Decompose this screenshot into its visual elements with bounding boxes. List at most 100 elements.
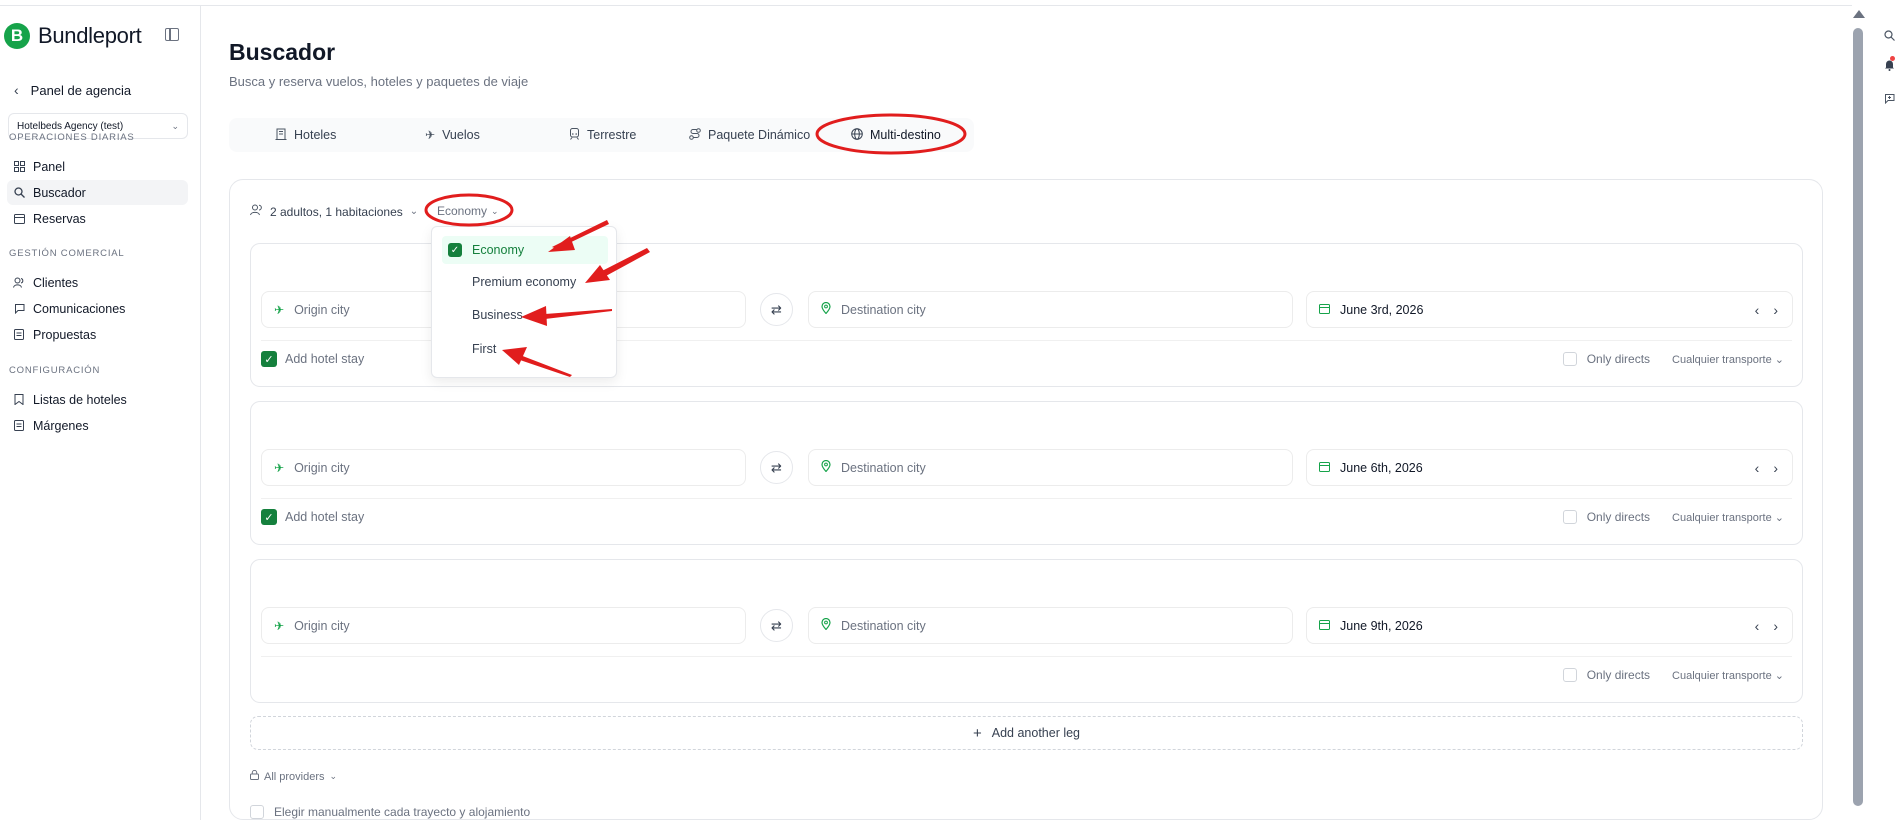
brand-logo: B bbox=[4, 23, 30, 49]
chevron-left-icon[interactable]: ‹ bbox=[1755, 460, 1760, 476]
sidebar-item-propuestas[interactable]: Propuestas bbox=[7, 322, 188, 347]
leg-2: ✈ Origin city ⇄ Destination city June 6t… bbox=[250, 401, 1803, 545]
only-directs-label: Only directs bbox=[1586, 510, 1651, 524]
leg-options: Only directs Cualquier transporte ⌄ bbox=[1562, 510, 1784, 524]
checkbox-box bbox=[250, 805, 264, 819]
providers-selector[interactable]: All providers ⌄ bbox=[250, 769, 337, 783]
sidebar-item-panel[interactable]: Panel bbox=[7, 154, 188, 179]
hotel-label: Add hotel stay bbox=[285, 352, 365, 366]
origin-placeholder: Origin city bbox=[294, 302, 350, 317]
search-icon[interactable] bbox=[1882, 28, 1896, 42]
chevron-right-icon[interactable]: › bbox=[1773, 460, 1778, 476]
passengers-label: 2 adultos, 1 habitaciones bbox=[270, 204, 403, 219]
building-icon bbox=[275, 128, 287, 143]
tab-label: Paquete Dinámico bbox=[708, 128, 811, 142]
cabin-option-business[interactable]: Business bbox=[442, 301, 608, 329]
cabin-option-first[interactable]: First bbox=[442, 335, 608, 363]
check-icon: ✓ bbox=[448, 243, 462, 257]
manual-selection-checkbox[interactable]: Elegir manualmente cada trayecto y aloja… bbox=[250, 805, 530, 819]
chevron-left-icon[interactable]: ‹ bbox=[1755, 618, 1760, 634]
tab-paquete-dinamico[interactable]: Paquete Dinámico bbox=[689, 118, 810, 152]
checkbox-box bbox=[448, 308, 462, 322]
bell-icon[interactable] bbox=[1882, 56, 1896, 72]
transport-select[interactable]: Cualquier transporte ⌄ bbox=[1672, 511, 1784, 524]
date-nav: ‹ › bbox=[1755, 618, 1778, 634]
destination-city-input[interactable]: Destination city bbox=[808, 291, 1293, 328]
origin-city-input[interactable]: ✈ Origin city bbox=[261, 607, 746, 644]
tab-multi-destino[interactable]: Multi-destino bbox=[851, 118, 941, 152]
calendar-icon bbox=[1319, 461, 1330, 475]
tab-vuelos[interactable]: ✈ Vuelos bbox=[425, 118, 480, 152]
destination-city-input[interactable]: Destination city bbox=[808, 449, 1293, 486]
plane-icon: ✈ bbox=[274, 302, 285, 317]
only-directs-checkbox[interactable] bbox=[1562, 668, 1577, 682]
lock-icon bbox=[250, 769, 259, 783]
back-label: Panel de agencia bbox=[30, 82, 132, 98]
document-icon bbox=[13, 420, 25, 432]
sidebar-item-comunicaciones[interactable]: Comunicaciones bbox=[7, 296, 188, 321]
swap-cities-button[interactable]: ⇄ bbox=[760, 609, 793, 642]
tab-label: Terrestre bbox=[587, 128, 637, 142]
only-directs-checkbox[interactable] bbox=[1562, 510, 1577, 524]
hotel-label: Add hotel stay bbox=[285, 510, 365, 524]
scrollbar[interactable] bbox=[1852, 8, 1865, 808]
sidebar-item-margenes[interactable]: Márgenes bbox=[7, 413, 188, 438]
destination-city-input[interactable]: Destination city bbox=[808, 607, 1293, 644]
tab-label: Vuelos bbox=[442, 128, 480, 142]
add-hotel-stay-checkbox[interactable]: ✓ Add hotel stay bbox=[261, 351, 364, 367]
cabin-label: Economy bbox=[437, 204, 488, 218]
back-to-agency-panel[interactable]: ‹ Panel de agencia bbox=[14, 82, 131, 98]
checkbox-box bbox=[448, 342, 462, 356]
passengers-selector[interactable]: 2 adultos, 1 habitaciones ⌄ bbox=[250, 204, 418, 219]
scroll-up-arrow-icon[interactable] bbox=[1853, 10, 1865, 18]
destination-placeholder: Destination city bbox=[841, 302, 926, 317]
add-hotel-stay-checkbox[interactable]: ✓ Add hotel stay bbox=[261, 509, 364, 525]
plane-icon: ✈ bbox=[274, 460, 285, 475]
brand[interactable]: B Bundleport bbox=[4, 23, 142, 49]
chevron-left-icon[interactable]: ‹ bbox=[1755, 302, 1760, 318]
sidebar-item-reservas[interactable]: Reservas bbox=[7, 206, 188, 231]
only-directs-checkbox[interactable] bbox=[1562, 352, 1577, 366]
leg-options: Only directs Cualquier transporte ⌄ bbox=[1562, 352, 1784, 366]
cabin-option-economy[interactable]: ✓ Economy bbox=[442, 236, 608, 264]
message-icon bbox=[13, 303, 25, 315]
tab-terrestre[interactable]: Terrestre bbox=[569, 118, 636, 152]
date-nav: ‹ › bbox=[1755, 460, 1778, 476]
add-another-leg-button[interactable]: + Add another leg bbox=[250, 716, 1803, 750]
calendar-icon bbox=[1319, 303, 1330, 317]
date-value: June 6th, 2026 bbox=[1340, 460, 1423, 475]
sidebar-item-label: Márgenes bbox=[33, 418, 89, 433]
train-icon bbox=[569, 127, 580, 143]
search-icon bbox=[13, 187, 25, 199]
section-title-gestion: GESTIÓN COMERCIAL bbox=[9, 248, 125, 259]
date-value: June 3rd, 2026 bbox=[1340, 302, 1424, 317]
date-picker[interactable]: June 3rd, 2026 ‹ › bbox=[1306, 291, 1793, 328]
scroll-thumb[interactable] bbox=[1853, 28, 1863, 806]
transport-select[interactable]: Cualquier transporte ⌄ bbox=[1672, 669, 1784, 682]
chevron-down-icon: ⌄ bbox=[409, 206, 419, 217]
leg-divider bbox=[261, 498, 1792, 499]
only-directs-label: Only directs bbox=[1586, 668, 1651, 682]
swap-cities-button[interactable]: ⇄ bbox=[760, 451, 793, 484]
page-title: Buscador bbox=[229, 39, 336, 65]
chevron-down-icon: ⌄ bbox=[491, 205, 499, 216]
option-label: Premium economy bbox=[472, 275, 577, 289]
chevron-right-icon[interactable]: › bbox=[1773, 302, 1778, 318]
sidebar-toggle-icon[interactable] bbox=[165, 28, 179, 41]
cabin-class-selector[interactable]: Economy ⌄ bbox=[437, 204, 499, 218]
swap-icon: ⇄ bbox=[771, 617, 782, 633]
date-picker[interactable]: June 6th, 2026 ‹ › bbox=[1306, 449, 1793, 486]
origin-city-input[interactable]: ✈ Origin city bbox=[261, 449, 746, 486]
sidebar-item-buscador[interactable]: Buscador bbox=[7, 180, 188, 205]
map-pin-icon bbox=[821, 459, 831, 475]
chevron-left-icon: ‹ bbox=[14, 82, 19, 98]
feedback-icon[interactable] bbox=[1882, 91, 1896, 105]
cabin-option-premium-economy[interactable]: Premium economy bbox=[442, 268, 608, 296]
date-picker[interactable]: June 9th, 2026 ‹ › bbox=[1306, 607, 1793, 644]
sidebar-item-clientes[interactable]: Clientes bbox=[7, 270, 188, 295]
sidebar-item-listas-hoteles[interactable]: Listas de hoteles bbox=[7, 387, 188, 412]
chevron-right-icon[interactable]: › bbox=[1773, 618, 1778, 634]
transport-select[interactable]: Cualquier transporte ⌄ bbox=[1672, 353, 1784, 366]
tab-hoteles[interactable]: Hoteles bbox=[275, 118, 336, 152]
swap-cities-button[interactable]: ⇄ bbox=[760, 293, 793, 326]
